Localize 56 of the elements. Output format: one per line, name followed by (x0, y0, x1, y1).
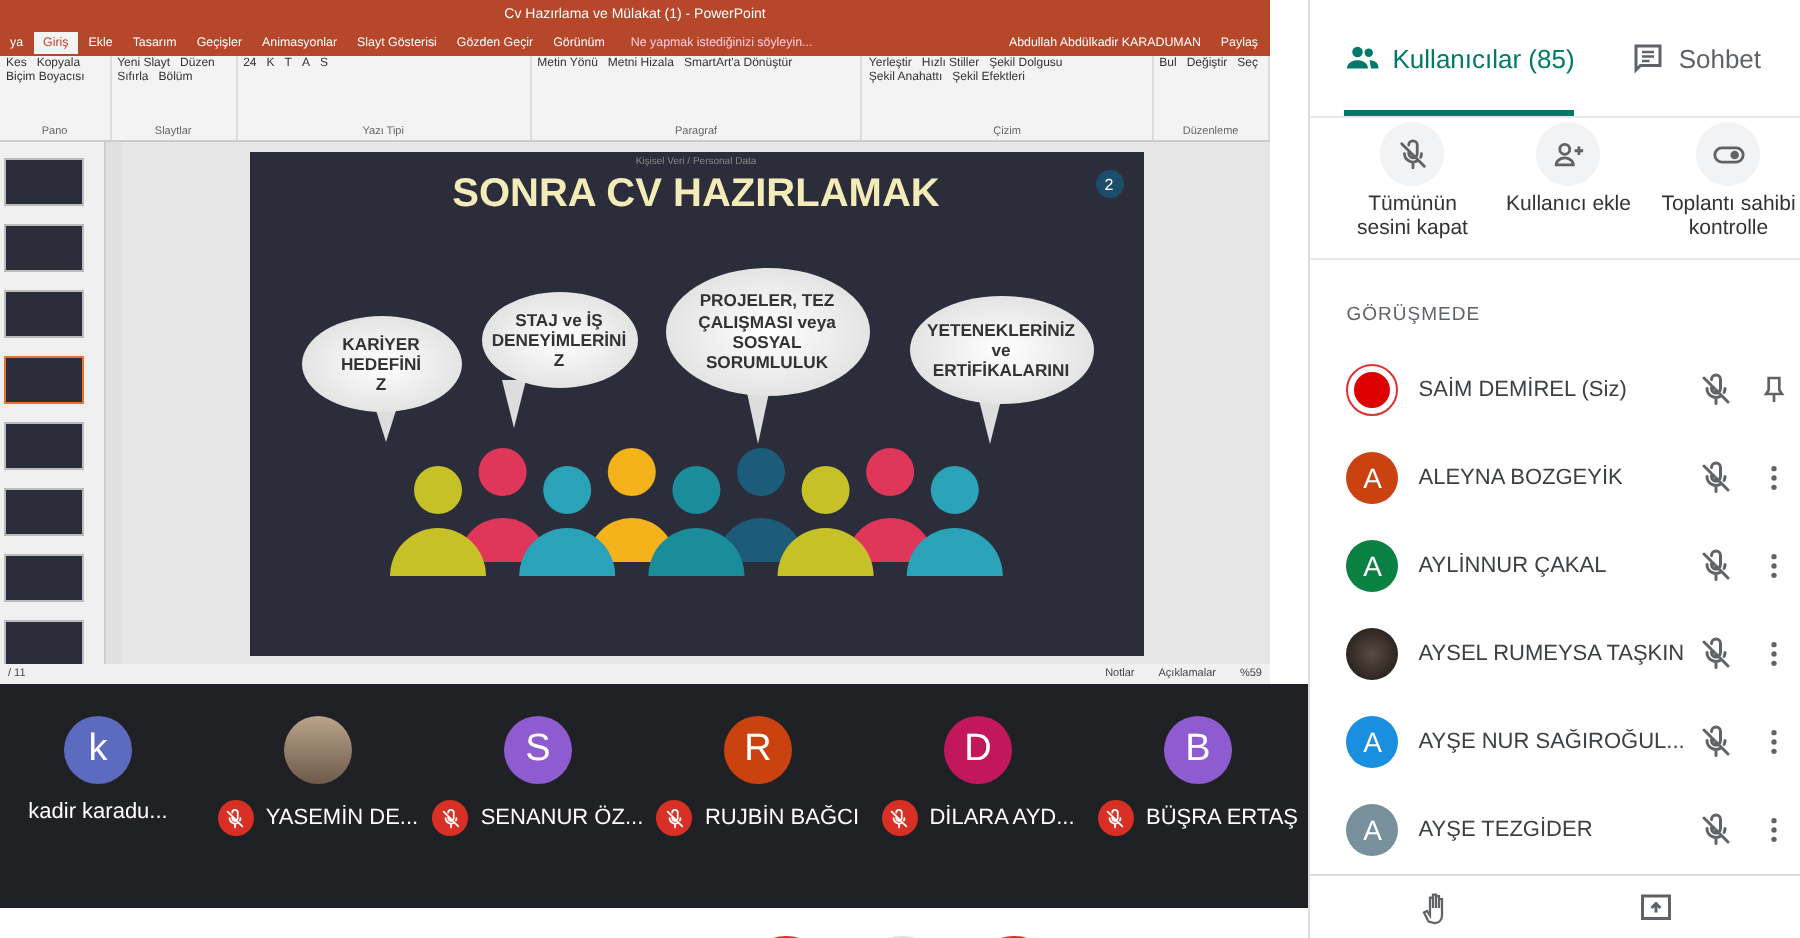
panel-tab[interactable]: Sohbet (1630, 0, 1762, 116)
action-button[interactable]: Kullanıcı ekle (1498, 122, 1639, 258)
add-person-icon (1551, 137, 1586, 171)
photo-placeholder (1346, 628, 1399, 680)
slide-thumbnail[interactable] (4, 158, 84, 206)
mic-off-icon (663, 807, 686, 829)
slide-thumbnail[interactable] (4, 554, 84, 602)
mic-off-icon (224, 807, 247, 829)
action-button[interactable]: Toplantı sahibi kontrolle (1658, 122, 1799, 258)
participant-name: AYŞE TEZGİDER (1418, 818, 1595, 842)
avatar-circle: S (504, 716, 572, 784)
action-button[interactable]: Tümünün sesini kapat (1346, 122, 1479, 258)
mic-off-icon (1698, 548, 1735, 584)
present-icon[interactable] (1638, 889, 1675, 925)
mic-off-icon (1104, 807, 1127, 829)
slide-thumbnail[interactable] (4, 224, 84, 272)
participant-name: RUJBİN BAĞCI (704, 806, 859, 830)
participant-name: kadir karadu... (28, 800, 168, 824)
avatar-circle: B (1164, 716, 1232, 784)
slide-thumbnail[interactable] (4, 290, 84, 338)
mic-off-icon (439, 807, 462, 829)
mic-off-icon (1698, 724, 1735, 760)
panel-tab[interactable]: Kullanıcılar (85) (1344, 0, 1575, 116)
slide-title: SONRA CV HAZIRLAMAK (452, 172, 940, 218)
avatar-circle: D (944, 716, 1012, 784)
mic-off-icon (1395, 137, 1430, 171)
participant-name: BÜŞRA ERTAŞ (1145, 806, 1298, 830)
mic-off-icon (1698, 460, 1735, 496)
avatar-circle: A (1346, 804, 1399, 856)
photo-placeholder (284, 716, 352, 784)
slide-thumbnail[interactable] (4, 356, 84, 404)
participant-name: AYLİNNUR ÇAKAL (1418, 554, 1609, 578)
slide-thumbnail[interactable] (4, 488, 84, 536)
avatar-circle: k (64, 716, 132, 784)
logo-avatar (1346, 364, 1399, 416)
mic-off-icon (888, 807, 911, 829)
avatar-circle: A (1346, 452, 1399, 504)
section-heading: GÖRÜŞMEDE (1344, 302, 1483, 330)
slide-thumbnail[interactable] (4, 422, 84, 470)
avatar-circle: A (1346, 540, 1399, 592)
slide-thumbnail[interactable] (4, 620, 84, 664)
slide-number: 2 (1095, 170, 1123, 198)
mic-off-icon (1698, 372, 1735, 408)
participant-name: AYŞE NUR SAĞIROĞUL... (1418, 730, 1687, 754)
participant-name: DİLARA AYD... (929, 806, 1075, 830)
participant-name: YASEMİN DE... (265, 806, 419, 830)
participant-name: ALEYNA BOZGEYİK (1418, 466, 1625, 490)
mic-off-icon (1698, 812, 1735, 848)
avatar-circle: A (1346, 716, 1399, 768)
avatar-circle: R (724, 716, 792, 784)
scrollbar[interactable] (104, 142, 122, 664)
participant-name: SENANUR ÖZ... (480, 806, 644, 830)
participant-name: SAİM DEMİREL (Siz) (1418, 378, 1629, 402)
mic-off-icon (1698, 636, 1735, 672)
participant-name: AYSEL RUMEYSA TAŞKIN (1418, 642, 1687, 666)
chat-icon (1630, 40, 1667, 76)
